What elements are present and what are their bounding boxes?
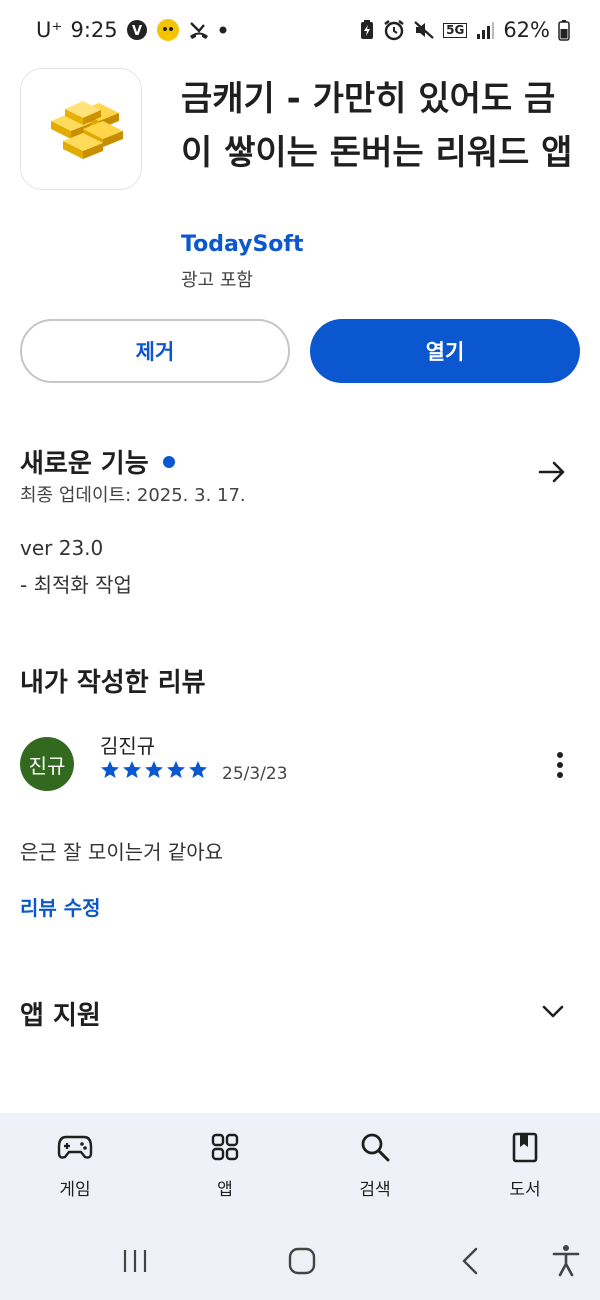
- my-review-title: 내가 작성한 리뷰: [20, 668, 206, 698]
- chevron-down-icon[interactable]: [540, 1000, 566, 1022]
- gamepad-icon: [57, 1135, 93, 1159]
- network-type-label: 5G: [443, 22, 468, 38]
- apps-grid-icon: [211, 1133, 239, 1161]
- app-title: 금캐기 - 가만히 있어도 금이 쌓이는 돈버는 리워드 앱: [181, 79, 573, 173]
- review-text: 은근 잘 모이는거 같아요: [20, 840, 224, 864]
- avatar: 진규: [20, 737, 74, 791]
- nav-label-games: 게임: [59, 1180, 91, 1200]
- version-label: ver 23.0: [20, 536, 104, 560]
- nav-item-apps[interactable]: 앱: [175, 1131, 275, 1200]
- mute-icon: [414, 21, 434, 39]
- v-badge-icon: V: [126, 20, 147, 40]
- bottom-navigation: 게임 앱 검색 도서: [0, 1113, 600, 1235]
- status-bar: U⁺ 9:25 V 5G 62%: [0, 0, 600, 60]
- nav-item-search[interactable]: 검색: [325, 1131, 425, 1200]
- reviewer-name: 김진규: [100, 734, 156, 758]
- carrier-label: U⁺: [36, 18, 63, 42]
- new-indicator-dot: [162, 455, 175, 468]
- nav-label-search: 검색: [359, 1180, 391, 1200]
- nav-label-apps: 앱: [217, 1180, 233, 1200]
- edit-review-link[interactable]: 리뷰 수정: [20, 892, 101, 921]
- star-icon: [101, 761, 119, 778]
- whats-new-title: 새로운 기능: [20, 443, 175, 480]
- search-icon: [361, 1133, 390, 1162]
- svg-text:V: V: [132, 24, 142, 39]
- accessibility-icon[interactable]: [550, 1243, 582, 1277]
- review-date: 25/3/23: [222, 764, 288, 784]
- star-icon: [167, 761, 185, 778]
- release-notes: - 최적화 작업: [20, 573, 132, 597]
- star-icon: [145, 761, 163, 778]
- home-icon[interactable]: [286, 1245, 318, 1277]
- app-icon: [20, 68, 142, 190]
- battery-percent: 62%: [503, 18, 550, 42]
- ads-notice: 광고 포함: [181, 270, 253, 291]
- dot-icon: [219, 26, 227, 34]
- signal-icon: [477, 22, 495, 39]
- star-rating: [100, 760, 208, 780]
- back-icon[interactable]: [458, 1245, 482, 1277]
- missed-call-icon: [189, 22, 208, 39]
- star-icon: [189, 761, 207, 778]
- uninstall-button[interactable]: 제거: [20, 319, 290, 383]
- battery-saver-icon: [361, 20, 374, 39]
- last-updated-label: 최종 업데이트: 2025. 3. 17.: [20, 485, 246, 506]
- status-right: 5G 62%: [359, 18, 570, 42]
- app-support-title: 앱 지원: [20, 1001, 101, 1031]
- alarm-icon: [384, 20, 404, 41]
- book-icon: [512, 1132, 538, 1163]
- nav-label-books: 도서: [509, 1180, 541, 1200]
- star-icon: [123, 761, 141, 778]
- arrow-right-icon[interactable]: [536, 456, 568, 488]
- recent-apps-icon[interactable]: [120, 1247, 150, 1275]
- notification-badge-icon: [156, 19, 179, 41]
- time-label: 9:25: [70, 18, 118, 42]
- status-left: U⁺ 9:25 V: [36, 18, 228, 42]
- battery-icon: [558, 20, 570, 41]
- developer-link[interactable]: TodaySoft: [181, 232, 304, 257]
- nav-item-books[interactable]: 도서: [475, 1131, 575, 1200]
- open-button[interactable]: 열기: [310, 319, 580, 383]
- system-navigation-bar: [0, 1235, 600, 1300]
- more-options-icon[interactable]: [550, 750, 570, 780]
- nav-item-games[interactable]: 게임: [25, 1131, 125, 1200]
- gold-bars-icon: [51, 101, 123, 159]
